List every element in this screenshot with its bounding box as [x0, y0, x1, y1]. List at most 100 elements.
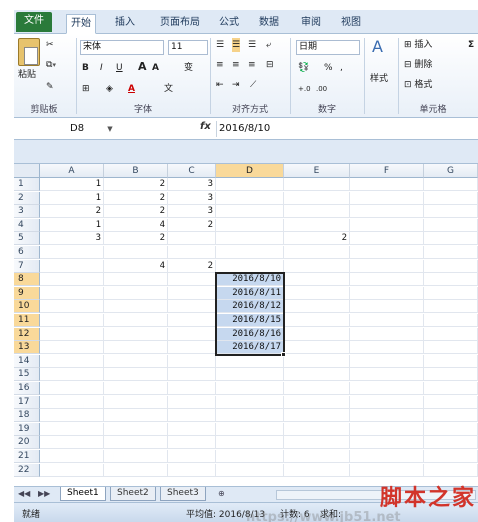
fill-handle[interactable]: [281, 351, 286, 357]
align-bottom-icon[interactable]: ☰: [248, 38, 256, 52]
cell-b22[interactable]: [104, 463, 168, 477]
row-header[interactable]: 4: [14, 218, 40, 232]
cell-d11[interactable]: 2016/8/15: [216, 314, 284, 327]
row-header[interactable]: 10: [14, 300, 40, 314]
row-header[interactable]: 11: [14, 314, 40, 327]
cell-d22[interactable]: [216, 463, 284, 477]
cell-g14[interactable]: [424, 354, 478, 368]
cell-f12[interactable]: [350, 327, 424, 341]
currency-icon[interactable]: 💱: [298, 61, 309, 75]
cell-d15[interactable]: [216, 368, 284, 382]
cell-g4[interactable]: [424, 218, 478, 232]
cell-a10[interactable]: [40, 300, 104, 314]
cell-b19[interactable]: [104, 422, 168, 436]
row-header[interactable]: 5: [14, 232, 40, 246]
align-left-icon[interactable]: ≡: [216, 58, 224, 72]
column-header-a[interactable]: A: [40, 164, 104, 178]
cell-b15[interactable]: [104, 368, 168, 382]
percent-button[interactable]: %: [324, 61, 333, 75]
tab-file[interactable]: 文件: [16, 12, 52, 32]
cell-c15[interactable]: [168, 368, 216, 382]
paste-button[interactable]: 粘贴: [18, 68, 36, 82]
cell-e11[interactable]: [284, 314, 350, 327]
cell-g7[interactable]: [424, 259, 478, 273]
cell-d8[interactable]: 2016/8/10: [216, 273, 284, 287]
tab-page-layout[interactable]: 页面布局: [154, 14, 206, 34]
cell-g19[interactable]: [424, 422, 478, 436]
cell-a5[interactable]: 3: [40, 232, 104, 246]
cell-f9[interactable]: [350, 286, 424, 300]
cell-d5[interactable]: [216, 232, 284, 246]
cell-f18[interactable]: [350, 409, 424, 423]
cell-e16[interactable]: [284, 382, 350, 395]
cell-f22[interactable]: [350, 463, 424, 477]
row-header[interactable]: 8: [14, 273, 40, 287]
sheet-tab-sheet3[interactable]: Sheet3: [160, 487, 206, 501]
cell-b17[interactable]: [104, 395, 168, 409]
cell-g13[interactable]: [424, 341, 478, 355]
cell-b2[interactable]: 2: [104, 191, 168, 205]
tab-view[interactable]: 视图: [336, 14, 366, 34]
cell-e3[interactable]: [284, 205, 350, 219]
cell-f17[interactable]: [350, 395, 424, 409]
cell-c4[interactable]: 2: [168, 218, 216, 232]
cell-c11[interactable]: [168, 314, 216, 327]
cell-c21[interactable]: [168, 450, 216, 463]
row-header[interactable]: 12: [14, 327, 40, 341]
cell-d21[interactable]: [216, 450, 284, 463]
cell-f10[interactable]: [350, 300, 424, 314]
insert-cells-button[interactable]: ⊞ 插入: [404, 38, 432, 52]
cell-a19[interactable]: [40, 422, 104, 436]
cell-c8[interactable]: [168, 273, 216, 287]
cell-a21[interactable]: [40, 450, 104, 463]
row-header[interactable]: 20: [14, 436, 40, 450]
wen-button[interactable]: 变: [184, 61, 193, 75]
grow-font-button[interactable]: A: [138, 60, 147, 74]
last-sheet-icon[interactable]: ▶▶: [38, 489, 50, 498]
cell-b1[interactable]: 2: [104, 178, 168, 191]
cell-e4[interactable]: [284, 218, 350, 232]
cell-f14[interactable]: [350, 354, 424, 368]
row-header[interactable]: 6: [14, 246, 40, 259]
row-header[interactable]: 7: [14, 259, 40, 273]
formula-input[interactable]: 2016/8/10: [216, 121, 478, 137]
cell-f6[interactable]: [350, 246, 424, 259]
cell-d3[interactable]: [216, 205, 284, 219]
align-right-icon[interactable]: ≡: [248, 58, 256, 72]
cell-c18[interactable]: [168, 409, 216, 423]
cell-e10[interactable]: [284, 300, 350, 314]
cell-g3[interactable]: [424, 205, 478, 219]
cell-f1[interactable]: [350, 178, 424, 191]
cell-e8[interactable]: [284, 273, 350, 287]
row-header[interactable]: 1: [14, 178, 40, 191]
delete-cells-button[interactable]: ⊟ 删除: [404, 58, 432, 72]
cell-c14[interactable]: [168, 354, 216, 368]
cell-g1[interactable]: [424, 178, 478, 191]
cell-f7[interactable]: [350, 259, 424, 273]
first-sheet-icon[interactable]: ◀◀: [18, 489, 30, 498]
align-middle-icon[interactable]: ☰: [232, 38, 241, 52]
sheet-tab-sheet1[interactable]: Sheet1: [60, 487, 106, 501]
cell-f21[interactable]: [350, 450, 424, 463]
cell-f4[interactable]: [350, 218, 424, 232]
row-header[interactable]: 9: [14, 286, 40, 300]
tab-insert[interactable]: 插入: [110, 14, 140, 34]
cell-a1[interactable]: 1: [40, 178, 104, 191]
cell-f15[interactable]: [350, 368, 424, 382]
cell-c19[interactable]: [168, 422, 216, 436]
cell-b7[interactable]: 4: [104, 259, 168, 273]
row-header[interactable]: 21: [14, 450, 40, 463]
cell-c20[interactable]: [168, 436, 216, 450]
cell-e13[interactable]: [284, 341, 350, 355]
cell-a9[interactable]: [40, 286, 104, 300]
cell-a14[interactable]: [40, 354, 104, 368]
cell-d1[interactable]: [216, 178, 284, 191]
row-header[interactable]: 16: [14, 382, 40, 395]
cell-d7[interactable]: [216, 259, 284, 273]
cell-a16[interactable]: [40, 382, 104, 395]
copy-icon[interactable]: ⧉▾: [46, 58, 56, 72]
bold-button[interactable]: B: [82, 61, 89, 75]
font-color-icon[interactable]: A: [128, 82, 135, 96]
tab-formulas[interactable]: 公式: [214, 14, 244, 34]
new-sheet-icon[interactable]: ⊕: [218, 489, 225, 498]
